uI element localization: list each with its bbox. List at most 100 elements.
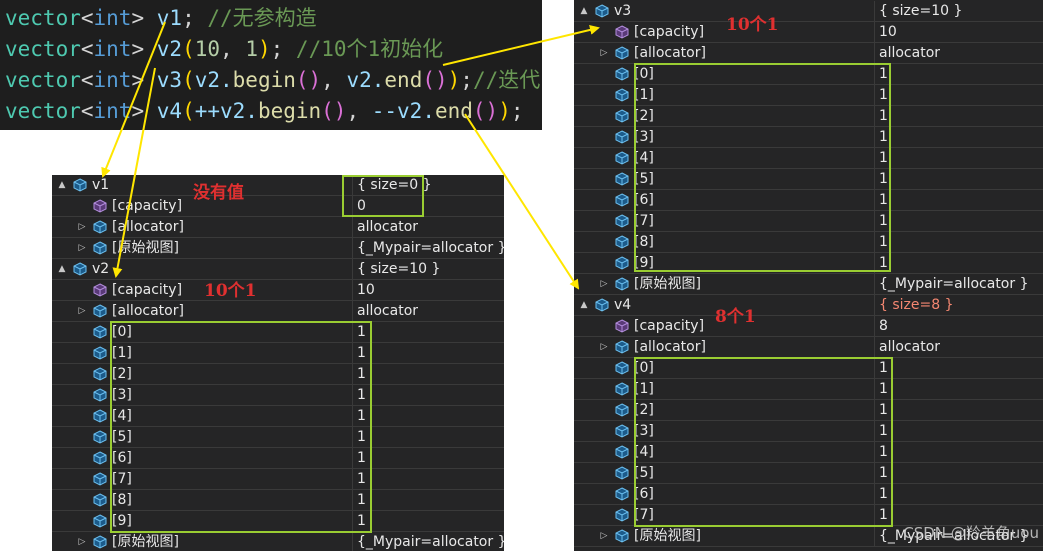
watch-row[interactable]: [2] 1 [574,106,1043,127]
watch-row[interactable]: [7] 1 [574,211,1043,232]
watch-row[interactable]: [0] 1 [574,64,1043,85]
watch-name: [0] [112,324,132,340]
code-comment: //无参构造 [194,6,317,30]
watch-row[interactable]: [8] 1 [52,490,504,511]
code-comment: //迭代 [472,68,541,92]
watch-name: [capacity] [634,318,705,334]
expand-arrow-icon[interactable]: ▷ [598,337,610,357]
watch-row[interactable]: [6] 1 [574,190,1043,211]
code-token: () [422,68,448,92]
watch-name: [4] [634,150,654,166]
watch-row[interactable]: [2] 1 [574,400,1043,421]
annotation-v1: 没有值 [193,183,244,203]
cube-icon [614,67,630,81]
watch-row[interactable]: [5] 1 [574,169,1043,190]
expand-arrow-icon[interactable]: ▷ [76,532,88,551]
watch-name: [7] [634,507,654,523]
code-token: () [472,99,499,123]
cube-icon [614,466,630,480]
watch-row[interactable]: [9] 1 [574,253,1043,274]
watch-row[interactable]: [3] 1 [574,127,1043,148]
code-token: < [80,37,94,61]
code-token: int [93,6,132,30]
watch-row[interactable]: [4] 1 [52,406,504,427]
watch-panel-right: ▲ v3 { size=10 } [capacity] 10 ▷ [allocator] al… [574,0,1043,551]
watch-value: { size=10 } [874,1,1043,21]
watch-row[interactable]: [7] 1 [52,469,504,490]
watch-value: 1 [352,511,504,531]
code-token: end [434,99,473,123]
watch-value: {_Mypair=allocator } [352,238,504,258]
watch-row[interactable]: ▷ [allocator] allocator [52,301,504,322]
watch-row[interactable]: [5] 1 [574,463,1043,484]
watch-row[interactable]: [4] 1 [574,442,1043,463]
watch-name: [6] [112,450,132,466]
watch-row[interactable]: [capacity] 8 [574,316,1043,337]
watch-row[interactable]: [9] 1 [52,511,504,532]
watch-value: 1 [874,379,1043,399]
cube-icon [92,493,108,507]
watch-row[interactable]: ▷ [原始视图] {_Mypair=allocator } [52,532,504,551]
cube-icon [92,220,108,234]
watch-row[interactable]: [5] 1 [52,427,504,448]
watch-row[interactable]: [8] 1 [574,232,1043,253]
code-token: ; [270,37,284,61]
watch-name: [7] [634,213,654,229]
watch-value: 1 [352,406,504,426]
expand-arrow-icon[interactable]: ▷ [76,238,88,258]
watch-value: 1 [874,463,1043,483]
watch-row[interactable]: ▷ [allocator] allocator [574,337,1043,358]
expand-arrow-icon[interactable]: ▷ [76,217,88,237]
watch-row[interactable]: ▷ [allocator] allocator [52,217,504,238]
watch-row[interactable]: ▲ v1 { size=0 } [52,175,504,196]
expand-arrow-icon[interactable]: ▷ [76,301,88,321]
watch-row[interactable]: ▷ [原始视图] {_Mypair=allocator } [574,274,1043,295]
collapse-arrow-icon[interactable]: ▲ [56,175,68,195]
watch-row[interactable]: [capacity] 10 [574,22,1043,43]
expand-arrow-icon[interactable]: ▷ [598,43,610,63]
watch-value: 1 [874,421,1043,441]
watch-row[interactable]: [0] 1 [574,358,1043,379]
watch-row[interactable]: ▲ v3 { size=10 } [574,1,1043,22]
watch-row[interactable]: ▲ v2 { size=10 } [52,259,504,280]
watch-name: [allocator] [634,45,706,61]
watch-row[interactable]: ▷ [原始视图] {_Mypair=allocator } [52,238,504,259]
watch-value: 1 [874,232,1043,252]
watch-row[interactable]: ▲ v4 { size=8 } [574,295,1043,316]
watch-row[interactable]: [1] 1 [574,379,1043,400]
collapse-arrow-icon[interactable]: ▲ [56,259,68,279]
cube-icon [614,88,630,102]
expand-arrow-icon[interactable]: ▷ [598,526,610,546]
collapse-arrow-icon[interactable]: ▲ [578,1,590,21]
watch-value: 1 [352,343,504,363]
watch-value: 1 [352,364,504,384]
watch-row[interactable]: [3] 1 [52,385,504,406]
code-token: vector [5,6,81,30]
watch-row[interactable]: ▷ [allocator] allocator [574,43,1043,64]
watch-row[interactable]: [capacity] 0 [52,196,504,217]
watch-row[interactable]: [1] 1 [52,343,504,364]
watch-name: [9] [634,255,654,271]
watch-name: [原始视图] [112,240,179,256]
collapse-arrow-icon[interactable]: ▲ [578,295,590,315]
code-token: v1 [156,6,183,30]
watch-row[interactable]: [6] 1 [52,448,504,469]
watch-name: v4 [614,297,632,313]
watch-name: [6] [634,486,654,502]
cube-icon [92,535,108,549]
watch-row[interactable]: [0] 1 [52,322,504,343]
watch-name: [0] [634,360,654,376]
watch-row[interactable]: [3] 1 [574,421,1043,442]
code-token: < [80,6,94,30]
watch-row[interactable]: [4] 1 [574,148,1043,169]
watch-row[interactable]: [2] 1 [52,364,504,385]
watch-row[interactable]: [1] 1 [574,85,1043,106]
watch-name: [原始视图] [112,534,179,550]
watch-name: [capacity] [112,282,183,298]
watch-row[interactable]: [6] 1 [574,484,1043,505]
watch-row[interactable]: [capacity] 10 [52,280,504,301]
expand-arrow-icon[interactable]: ▷ [598,274,610,294]
code-token: ; [460,68,473,92]
code-token: , [346,99,372,123]
watch-value: 1 [352,469,504,489]
